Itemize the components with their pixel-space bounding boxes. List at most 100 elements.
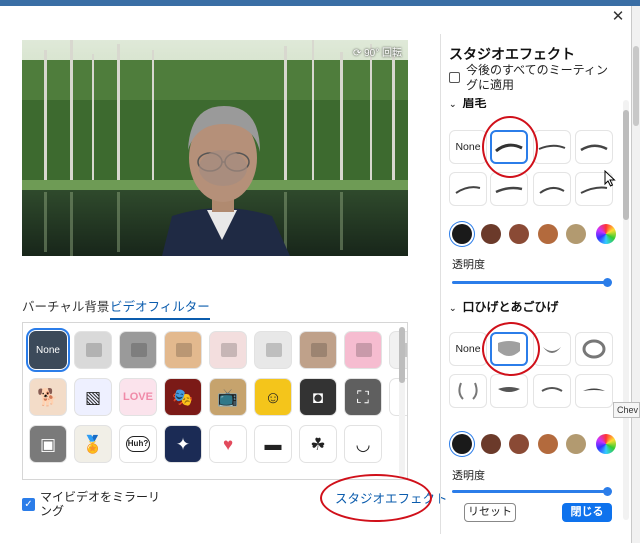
beard-color-swatch-3[interactable] <box>509 434 529 454</box>
eyebrow-color-swatch-2[interactable] <box>481 224 501 244</box>
beard-color-swatch-4[interactable] <box>538 434 558 454</box>
filter-tile[interactable]: ☘ <box>299 425 337 463</box>
medal-ribbon-icon: 🏅 <box>82 434 104 454</box>
filter-tile[interactable]: 🎭 <box>164 378 202 416</box>
eyebrow-style-icon <box>455 186 481 194</box>
eyebrow-opacity-knob[interactable] <box>603 278 612 287</box>
filter-tile[interactable]: ♥ <box>209 425 247 463</box>
eyebrow-style-icon <box>538 144 566 150</box>
filter-grid-scrollbar[interactable] <box>399 327 405 477</box>
filter-tile[interactable]: ⛶ <box>344 378 382 416</box>
filter-tile[interactable] <box>119 331 157 369</box>
film-frame-icon: ◘ <box>312 387 324 407</box>
old-tv-icon: ▣ <box>39 434 57 454</box>
filter-tile[interactable]: Huh? <box>119 425 157 463</box>
eyebrow-style-1[interactable] <box>490 130 528 164</box>
beard-style-7[interactable] <box>575 374 613 408</box>
filter-tiles: None 🐕 ▧ LOVE 🎭 📺 ☺ ◘ ⛶ ▣ 🏅 Huh? ✦ ♥ ▬ ☘ ◡ <box>26 328 407 463</box>
close-window-icon[interactable]: ✕ <box>608 8 628 26</box>
beard-color-swatch-5[interactable] <box>566 434 586 454</box>
reset-button[interactable]: リセット <box>464 503 516 522</box>
speech-bubble-icon: Huh? <box>126 436 150 452</box>
filter-tile[interactable] <box>164 331 202 369</box>
filter-tile[interactable]: 🏅 <box>74 425 112 463</box>
filter-grid-scrollbar-thumb[interactable] <box>399 327 405 383</box>
filter-tile[interactable] <box>299 331 337 369</box>
filter-tile[interactable]: ▬ <box>254 425 292 463</box>
filter-tile[interactable]: ▣ <box>29 425 67 463</box>
sunglasses-icon: ▬ <box>264 434 282 454</box>
panel-scrollbar[interactable] <box>623 100 629 520</box>
eyebrow-color-swatch-3[interactable] <box>509 224 529 244</box>
filter-tile[interactable]: ◡ <box>344 425 382 463</box>
mouse-cursor-icon <box>604 170 616 187</box>
outer-scrollbar[interactable] <box>632 6 640 543</box>
sticky-note-icon: ▧ <box>84 387 102 407</box>
eyebrow-opacity-slider[interactable] <box>452 281 608 284</box>
beard-style-6[interactable] <box>533 374 571 408</box>
filter-tile[interactable] <box>254 331 292 369</box>
filter-tile[interactable]: 🐕 <box>29 378 67 416</box>
heart-frame-icon: ♥ <box>222 434 234 454</box>
string-lights-icon: ✦ <box>175 434 191 454</box>
filter-tile[interactable]: ☺ <box>254 378 292 416</box>
filter-tile[interactable]: ◘ <box>299 378 337 416</box>
eyebrow-style-2[interactable] <box>533 130 571 164</box>
beard-opacity-label: 透明度 <box>452 470 485 482</box>
eyebrow-none-label: None <box>455 141 481 153</box>
beard-none-option[interactable]: None <box>449 332 487 366</box>
mirror-video-checkbox[interactable]: ✓ <box>22 498 35 511</box>
beard-color-swatch-1[interactable] <box>452 434 472 454</box>
eyebrow-color-swatch-5[interactable] <box>566 224 586 244</box>
beard-color-swatch-2[interactable] <box>481 434 501 454</box>
filter-tile[interactable]: ✦ <box>164 425 202 463</box>
studio-effects-title: スタジオエフェクト <box>449 46 575 62</box>
beard-style-2[interactable] <box>533 332 571 366</box>
filter-tile[interactable]: 📺 <box>209 378 247 416</box>
sprout-face-icon: ☘ <box>310 434 326 454</box>
eyebrow-style-4[interactable] <box>449 172 487 206</box>
eyebrow-style-icon <box>580 144 608 152</box>
filter-tile[interactable]: LOVE <box>119 378 157 416</box>
beard-opacity-knob[interactable] <box>603 487 612 496</box>
beard-style-5[interactable] <box>490 374 528 408</box>
eyebrow-color-swatch-1[interactable] <box>452 224 472 244</box>
theater-curtain-icon: 🎭 <box>172 387 194 407</box>
filter-none-tile[interactable]: None <box>26 328 70 372</box>
studio-effects-link[interactable]: スタジオエフェクト <box>335 488 448 507</box>
filter-tile[interactable]: ▧ <box>74 378 112 416</box>
eyebrow-style-6[interactable] <box>533 172 571 206</box>
panel-scrollbar-thumb[interactable] <box>623 110 629 220</box>
camera-focus-frame-icon: ⛶ <box>357 387 369 407</box>
beard-style-icon <box>543 347 561 353</box>
apply-all-meetings-checkbox[interactable] <box>449 72 460 83</box>
eyebrow-custom-color-picker[interactable] <box>596 224 616 244</box>
camera-preview-image <box>22 40 408 256</box>
beard-custom-color-picker[interactable] <box>596 434 616 454</box>
outer-scrollbar-thumb[interactable] <box>633 46 639 126</box>
beard-section-header[interactable]: ⌄ 口ひげとあごひげ <box>449 298 559 315</box>
eyebrow-style-5[interactable] <box>490 172 528 206</box>
filter-tile[interactable] <box>74 331 112 369</box>
video-preview: ⟳ 90° 回転 <box>22 40 408 256</box>
filter-preview-icon <box>311 343 327 357</box>
video-filter-grid: None 🐕 ▧ LOVE 🎭 📺 ☺ ◘ ⛶ ▣ 🏅 Huh? ✦ ♥ ▬ ☘ ◡ <box>22 322 408 480</box>
beard-style-icon <box>498 341 520 356</box>
eyebrow-style-3[interactable] <box>575 130 613 164</box>
beard-style-icon <box>582 339 606 359</box>
eyebrow-none-option[interactable]: None <box>449 130 487 164</box>
eyebrow-color-swatch-4[interactable] <box>538 224 558 244</box>
close-button[interactable]: 閉じる <box>562 503 612 522</box>
eyebrow-style-icon <box>539 187 565 194</box>
eyebrows-section-header[interactable]: ⌄ 眉毛 <box>449 98 487 108</box>
tab-video-filter[interactable]: ビデオフィルター <box>110 296 210 320</box>
beard-opacity-slider[interactable] <box>452 490 608 493</box>
filter-tile[interactable] <box>344 331 382 369</box>
beard-style-1[interactable] <box>490 332 528 366</box>
filter-tile[interactable] <box>209 331 247 369</box>
tab-virtual-background[interactable]: バーチャル背景 <box>22 296 109 315</box>
beard-style-4[interactable] <box>449 374 487 408</box>
beard-style-3[interactable] <box>575 332 613 366</box>
rotate-90-button[interactable]: ⟳ 90° 回転 <box>353 44 402 59</box>
mirror-video-label: マイビデオをミラーリング <box>40 490 161 518</box>
